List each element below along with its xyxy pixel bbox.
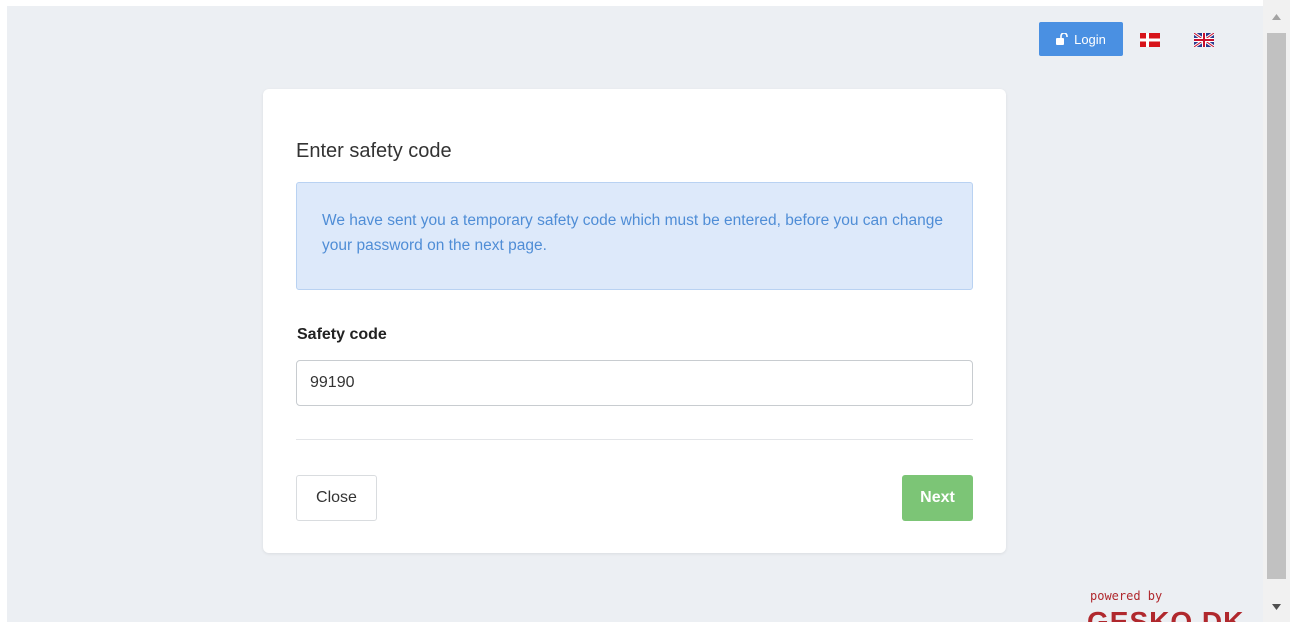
next-button[interactable]: Next: [902, 475, 973, 521]
info-alert: We have sent you a temporary safety code…: [296, 182, 973, 290]
powered-by-text: powered by: [1090, 589, 1163, 603]
safety-code-dialog: Enter safety code We have sent you a tem…: [263, 89, 1006, 553]
uk-flag-icon[interactable]: [1193, 31, 1215, 49]
unlock-icon: [1056, 32, 1069, 45]
brand-logo[interactable]: GESKO.DK: [1087, 606, 1244, 622]
close-button[interactable]: Close: [296, 475, 377, 521]
safety-code-input[interactable]: [296, 360, 973, 406]
scroll-up-arrow-icon[interactable]: [1263, 6, 1290, 28]
vertical-scrollbar[interactable]: [1263, 0, 1290, 622]
dialog-title: Enter safety code: [296, 140, 452, 162]
scroll-down-arrow-icon[interactable]: [1263, 596, 1290, 618]
login-label: Login: [1074, 31, 1106, 47]
dialog-divider: [296, 439, 973, 440]
info-text: We have sent you a temporary safety code…: [322, 212, 943, 254]
safety-code-label: Safety code: [297, 326, 387, 343]
login-button[interactable]: Login: [1039, 22, 1123, 56]
scrollbar-thumb[interactable]: [1267, 33, 1286, 579]
danish-flag-icon[interactable]: [1140, 33, 1160, 47]
page-viewport: Login Enter safety code We have sent you…: [7, 6, 1263, 622]
